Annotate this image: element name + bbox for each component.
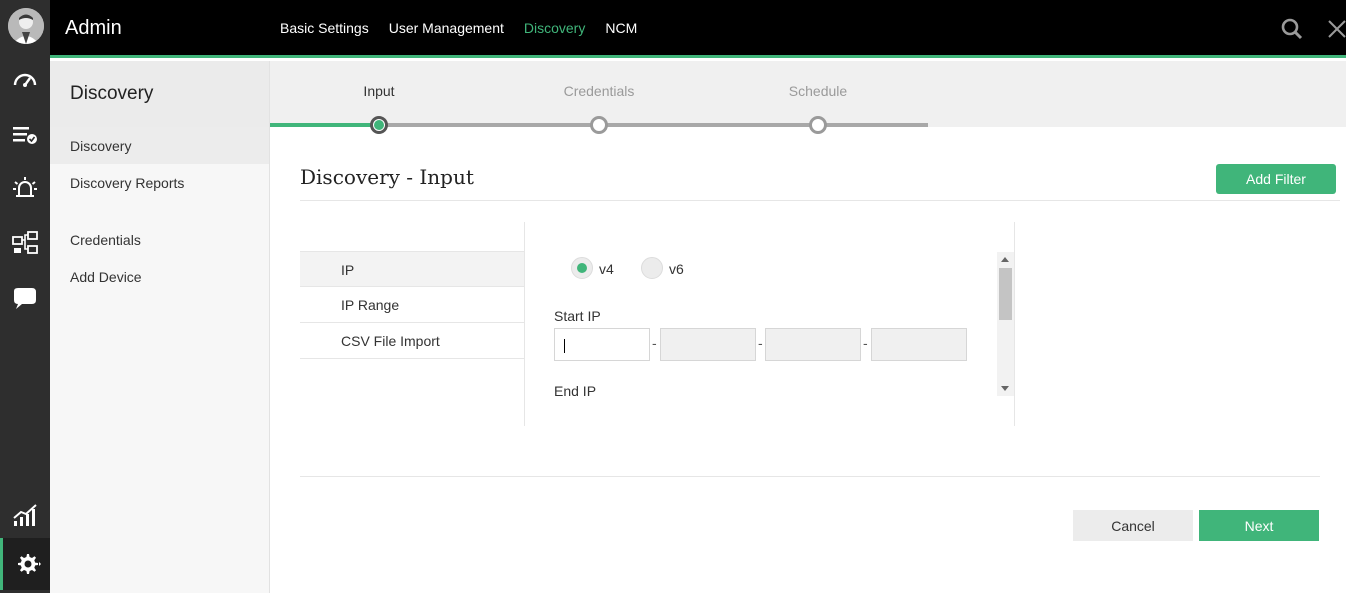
topnav-basic-settings[interactable]: Basic Settings (280, 20, 369, 36)
wizard-steps: Input Credentials Schedule (270, 61, 1346, 134)
inventory-icon[interactable] (0, 112, 50, 158)
dashboard-icon[interactable] (0, 57, 50, 103)
step-schedule-label[interactable]: Schedule (789, 83, 847, 99)
avatar[interactable] (8, 8, 44, 44)
octet-separator: - (652, 335, 657, 351)
alarm-icon[interactable] (0, 165, 50, 211)
step-credentials-label[interactable]: Credentials (564, 83, 635, 99)
radio-v4-label: v4 (599, 261, 614, 277)
step-progress-line (270, 123, 379, 127)
close-icon[interactable] (1326, 17, 1346, 41)
cancel-button[interactable]: Cancel (1073, 510, 1193, 541)
topnav-user-management[interactable]: User Management (389, 20, 504, 36)
chat-icon[interactable] (0, 276, 50, 322)
start-ip-octet-1[interactable] (554, 328, 650, 361)
sidebar-item-discovery-reports[interactable]: Discovery Reports (50, 164, 269, 201)
octet-separator: - (863, 335, 868, 351)
step-input-dot[interactable] (370, 116, 388, 134)
scrollbar-thumb[interactable] (999, 268, 1012, 320)
sidebar-item-discovery[interactable]: Discovery (50, 127, 269, 164)
radio-v6[interactable] (641, 257, 663, 279)
step-schedule-dot[interactable] (809, 116, 827, 134)
top-nav: Basic Settings User Management Discovery… (280, 20, 637, 36)
sidebar-item-add-device[interactable]: Add Device (50, 258, 269, 295)
sidebar-item-credentials[interactable]: Credentials (50, 221, 269, 258)
panel-scrollbar[interactable] (997, 252, 1014, 396)
reports-icon[interactable] (0, 492, 50, 538)
footer-divider (300, 476, 1320, 477)
end-ip-label: End IP (554, 383, 597, 399)
page-title: Discovery - Input (300, 165, 474, 189)
start-ip-label: Start IP (554, 308, 601, 324)
ip-input-panel: v4 v6 Start IP - - - End IP (524, 222, 1015, 426)
scroll-up-arrow-icon[interactable] (1001, 257, 1009, 262)
radio-v6-label: v6 (669, 261, 684, 277)
start-ip-octet-3[interactable] (765, 328, 861, 361)
start-ip-octet-2[interactable] (660, 328, 756, 361)
discovery-sidebar: Discovery Discovery Discovery Reports Cr… (50, 61, 270, 593)
icon-rail (0, 0, 50, 593)
start-ip-octet-4[interactable] (871, 328, 967, 361)
title-divider (300, 200, 1340, 201)
text-caret (564, 339, 565, 353)
step-track-line (379, 123, 928, 127)
top-bar: Admin Basic Settings User Management Dis… (50, 0, 1346, 58)
network-map-icon[interactable] (0, 220, 50, 266)
settings-icon[interactable] (0, 538, 50, 590)
discovery-method-list: IP IP Range CSV File Import (300, 251, 524, 359)
add-filter-button[interactable]: Add Filter (1216, 164, 1336, 194)
step-input-label[interactable]: Input (363, 83, 394, 99)
next-button[interactable]: Next (1199, 510, 1319, 541)
method-ip[interactable]: IP (300, 251, 524, 287)
radio-v4[interactable] (571, 257, 593, 279)
step-credentials-dot[interactable] (590, 116, 608, 134)
topnav-ncm[interactable]: NCM (605, 20, 637, 36)
app-title: Admin (65, 17, 122, 39)
sidebar-title: Discovery (50, 61, 269, 127)
octet-separator: - (758, 335, 763, 351)
method-csv-import[interactable]: CSV File Import (300, 323, 524, 359)
topnav-discovery[interactable]: Discovery (524, 20, 585, 36)
search-icon[interactable] (1280, 17, 1304, 41)
method-ip-range[interactable]: IP Range (300, 287, 524, 323)
scroll-down-arrow-icon[interactable] (1001, 386, 1009, 391)
